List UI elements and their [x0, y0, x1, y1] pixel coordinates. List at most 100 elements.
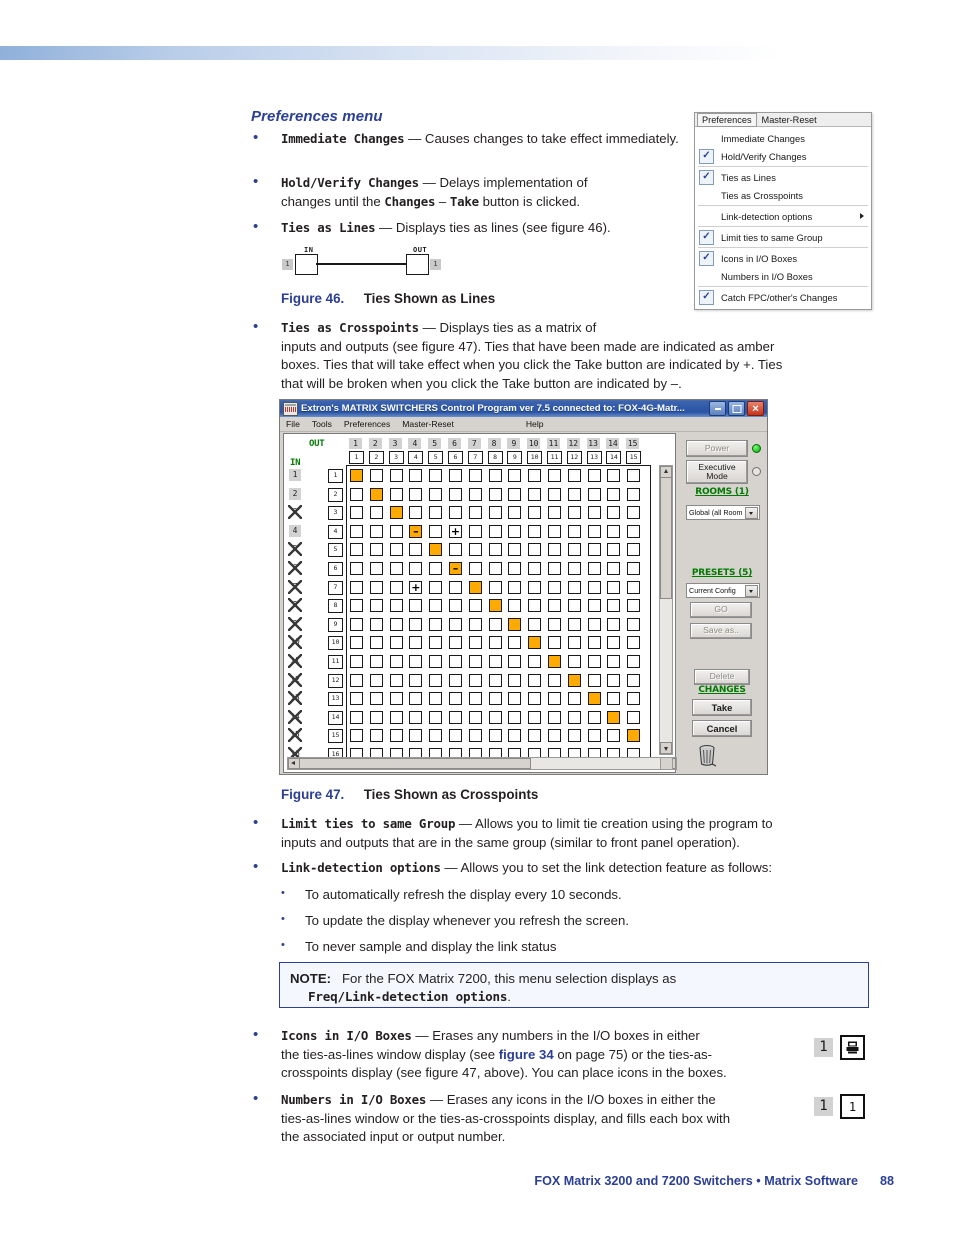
crosspoint-cell-in4-out13[interactable] — [587, 524, 601, 538]
input-box-5[interactable]: 5 — [328, 543, 343, 558]
crosspoint-cell-in11-out14[interactable] — [607, 655, 621, 668]
crosspoint-cell-in1-out3[interactable] — [389, 469, 403, 482]
crosspoint-cell-in9-out4[interactable] — [409, 617, 423, 631]
crosspoint-cell-in2-out5[interactable] — [429, 487, 443, 501]
crosspoint-cell-in12-out12[interactable] — [567, 673, 581, 687]
crosspoint-cell-in2-out15[interactable] — [627, 487, 641, 501]
crosspoint-cell-in2-out1[interactable] — [350, 487, 363, 501]
crosspoint-cell-in2-out2[interactable] — [369, 487, 383, 501]
menu-item-icons-in-io-boxes[interactable]: ✓ Icons in I/O Boxes — [695, 249, 871, 267]
crosspoint-cell-in3-out4[interactable] — [409, 506, 423, 520]
crosspoint-cell-in12-out1[interactable] — [350, 673, 363, 687]
crosspoint-cell-in12-out2[interactable] — [369, 673, 383, 687]
crosspoint-cell-in11-out13[interactable] — [587, 655, 601, 668]
crosspoint-cell-in9-out5[interactable] — [429, 617, 443, 631]
menu-item-link-detection-options[interactable]: Link-detection options — [695, 207, 871, 225]
crosspoint-cell-in13-out9[interactable] — [508, 692, 522, 706]
crosspoint-cell-in6-out1[interactable] — [350, 562, 363, 575]
menu-item-ties-as-crosspoints[interactable]: Ties as Crosspoints — [695, 186, 871, 204]
crosspoint-cell-in9-out6[interactable] — [449, 617, 462, 631]
crosspoint-cell-in6-out15[interactable] — [627, 562, 641, 575]
power-button[interactable]: Power — [686, 440, 748, 457]
crosspoint-cell-in5-out1[interactable] — [350, 543, 363, 557]
input-box-10[interactable]: 10 — [328, 636, 343, 651]
output-box-8[interactable]: 8 — [487, 451, 503, 464]
trash-can-icon[interactable] — [697, 743, 719, 767]
crosspoint-cell-in10-out3[interactable] — [389, 636, 403, 650]
crosspoint-cell-in5-out6[interactable] — [449, 543, 462, 557]
crosspoint-cell-in9-out14[interactable] — [607, 617, 621, 631]
crosspoint-cell-in8-out1[interactable] — [350, 599, 363, 613]
crosspoint-cell-in15-out10[interactable] — [528, 729, 542, 743]
output-box-12[interactable]: 12 — [566, 451, 582, 464]
output-box-10[interactable]: 10 — [527, 451, 543, 464]
crosspoint-cell-in5-out2[interactable] — [369, 543, 383, 557]
crosspoint-cell-in9-out15[interactable] — [627, 617, 641, 631]
crosspoint-cell-in10-out1[interactable] — [350, 636, 363, 650]
crosspoint-cell-in12-out5[interactable] — [429, 673, 443, 687]
crosspoint-cell-in14-out7[interactable] — [468, 710, 482, 724]
crosspoint-cell-in6-out11[interactable] — [548, 562, 561, 575]
crosspoint-cell-in10-out13[interactable] — [587, 636, 601, 650]
crosspoint-cell-in15-out7[interactable] — [468, 729, 482, 743]
crosspoint-cell-in2-out8[interactable] — [488, 487, 502, 501]
crosspoint-cell-in11-out1[interactable] — [350, 655, 363, 668]
crosspoint-cell-in1-out4[interactable] — [409, 469, 423, 482]
crosspoint-cell-in9-out11[interactable] — [548, 617, 561, 631]
crosspoint-cell-in5-out4[interactable] — [409, 543, 423, 557]
crosspoint-cell-in7-out4[interactable]: + — [409, 580, 423, 594]
menu-bar-item-master-reset[interactable]: Master-Reset — [757, 114, 822, 126]
crosspoint-cell-in8-out4[interactable] — [409, 599, 423, 613]
menu-item-ties-as-lines[interactable]: ✓ Ties as Lines — [695, 168, 871, 186]
crosspoint-cell-in3-out3[interactable] — [389, 506, 403, 520]
crosspoint-cell-in12-out13[interactable] — [587, 673, 601, 687]
crosspoint-cell-in6-out4[interactable] — [409, 562, 423, 575]
crosspoint-cell-in7-out10[interactable] — [528, 580, 542, 594]
output-box-2[interactable]: 2 — [368, 451, 384, 464]
crosspoint-cell-in5-out9[interactable] — [508, 543, 522, 557]
output-box-5[interactable]: 5 — [428, 451, 444, 464]
crosspoint-cell-in13-out12[interactable] — [567, 692, 581, 706]
crosspoint-cell-in8-out3[interactable] — [389, 599, 403, 613]
horizontal-scroll-thumb[interactable] — [299, 758, 531, 769]
crosspoint-cell-in8-out15[interactable] — [627, 599, 641, 613]
crosspoint-cell-in13-out2[interactable] — [369, 692, 383, 706]
crosspoint-cell-in14-out4[interactable] — [409, 710, 423, 724]
crosspoint-cell-in2-out13[interactable] — [587, 487, 601, 501]
crosspoint-cell-in13-out7[interactable] — [468, 692, 482, 706]
crosspoint-cell-in12-out8[interactable] — [488, 673, 502, 687]
crosspoint-cell-in11-out15[interactable] — [627, 655, 641, 668]
scroll-down-arrow-icon[interactable] — [660, 742, 672, 754]
crosspoint-cell-in6-out14[interactable] — [607, 562, 621, 575]
crosspoint-cell-in3-out13[interactable] — [587, 506, 601, 520]
crosspoint-cell-in14-out6[interactable] — [449, 710, 462, 724]
crosspoint-cell-in13-out15[interactable] — [627, 692, 641, 706]
crosspoint-cell-in13-out3[interactable] — [389, 692, 403, 706]
app-menu-help[interactable]: Help — [520, 419, 550, 429]
crosspoint-cell-in6-out3[interactable] — [389, 562, 403, 575]
crosspoint-cell-in5-out13[interactable] — [587, 543, 601, 557]
crosspoint-cell-in8-out6[interactable] — [449, 599, 462, 613]
crosspoint-cell-in9-out10[interactable] — [528, 617, 542, 631]
crosspoint-cell-in11-out9[interactable] — [508, 655, 522, 668]
menu-item-catch-fpc-changes[interactable]: ✓ Catch FPC/other's Changes — [695, 288, 871, 306]
crosspoint-cell-in10-out8[interactable] — [488, 636, 502, 650]
crosspoint-cell-in1-out5[interactable] — [429, 469, 443, 482]
menu-item-immediate-changes[interactable]: Immediate Changes — [695, 129, 871, 147]
matrix-control-program-window[interactable]: Extron's MATRIX SWITCHERS Control Progra… — [279, 399, 768, 775]
crosspoint-cell-in4-out12[interactable] — [567, 524, 581, 538]
input-box-13[interactable]: 13 — [328, 692, 343, 707]
input-box-3[interactable]: 3 — [328, 506, 343, 521]
crosspoint-cell-in7-out6[interactable] — [449, 580, 462, 594]
crosspoint-cell-in5-out7[interactable] — [468, 543, 482, 557]
app-menu-file[interactable]: File — [280, 419, 306, 429]
crosspoint-cell-in15-out11[interactable] — [548, 729, 561, 743]
menu-bar-item-preferences[interactable]: Preferences — [697, 112, 757, 127]
crosspoint-cell-in13-out4[interactable] — [409, 692, 423, 706]
crosspoint-cell-in4-out7[interactable] — [468, 524, 482, 538]
crosspoint-cell-in10-out9[interactable] — [508, 636, 522, 650]
crosspoint-cell-in15-out8[interactable] — [488, 729, 502, 743]
crosspoint-cell-in7-out15[interactable] — [627, 580, 641, 594]
crosspoint-cell-in9-out8[interactable] — [488, 617, 502, 631]
crosspoint-cell-in3-out6[interactable] — [449, 506, 462, 520]
